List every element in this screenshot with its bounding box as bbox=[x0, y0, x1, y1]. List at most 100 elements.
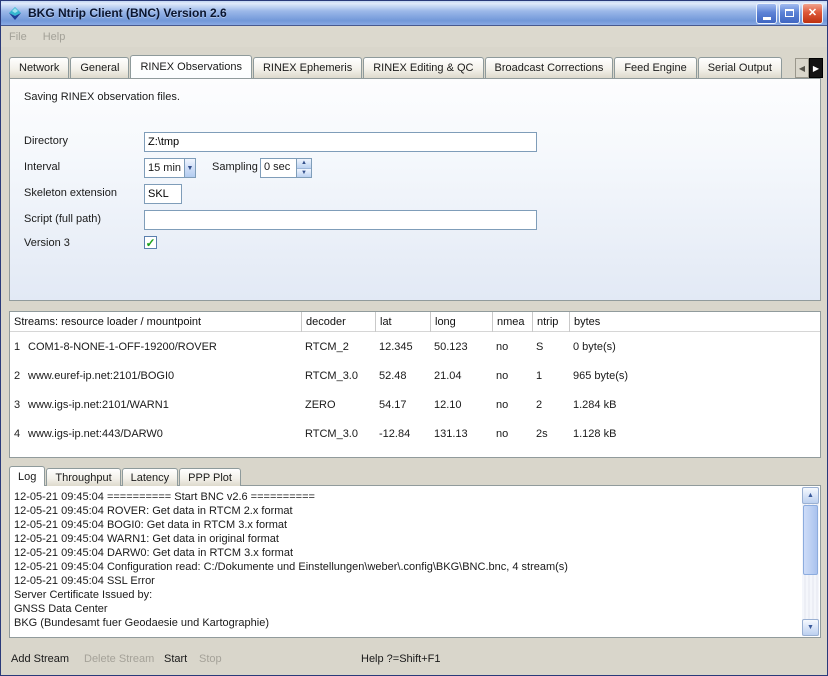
minimize-icon bbox=[763, 17, 771, 20]
cell-bytes: 0 byte(s) bbox=[569, 341, 820, 353]
minimize-button[interactable] bbox=[756, 3, 777, 24]
tab-label: Throughput bbox=[55, 472, 111, 484]
panel-description: Saving RINEX observation files. bbox=[24, 91, 180, 103]
scroll-down-button[interactable]: ▼ bbox=[802, 619, 819, 636]
scrollbar-thumb[interactable] bbox=[803, 505, 818, 575]
add-stream-button[interactable]: Add Stream bbox=[11, 653, 69, 665]
tab-scroll-left-button[interactable]: ◀ bbox=[795, 58, 809, 78]
tab-label: Broadcast Corrections bbox=[495, 62, 604, 74]
titlebar: BKG Ntrip Client (BNC) Version 2.6 ✕ bbox=[1, 1, 827, 26]
script-path-input[interactable] bbox=[144, 210, 537, 230]
cell-mountpoint: www.igs-ip.net:443/DARW0 bbox=[24, 428, 301, 440]
cell-ntrip: S bbox=[532, 341, 569, 353]
stream-row-4[interactable]: 4 www.igs-ip.net:443/DARW0 RTCM_3.0 -12.… bbox=[10, 419, 820, 448]
cell-long: 50.123 bbox=[430, 341, 492, 353]
interval-label: Interval bbox=[24, 161, 60, 173]
log-line: 12-05-21 09:45:04 SSL Error bbox=[14, 574, 800, 588]
tab-label: Latency bbox=[131, 472, 170, 484]
interval-value: 15 min bbox=[145, 162, 184, 174]
delete-stream-button: Delete Stream bbox=[84, 653, 154, 665]
spin-up-icon[interactable]: ▲ bbox=[297, 159, 311, 169]
sampling-label: Sampling bbox=[212, 161, 258, 173]
tab-general[interactable]: General bbox=[70, 57, 129, 78]
tab-rinex-ephemeris[interactable]: RINEX Ephemeris bbox=[253, 57, 362, 78]
row-number: 1 bbox=[10, 341, 24, 353]
close-button[interactable]: ✕ bbox=[802, 3, 823, 24]
cell-decoder: RTCM_3.0 bbox=[301, 370, 375, 382]
cell-lat: 54.17 bbox=[375, 399, 430, 411]
cell-long: 21.04 bbox=[430, 370, 492, 382]
stream-row-3[interactable]: 3 www.igs-ip.net:2101/WARN1 ZERO 54.17 1… bbox=[10, 390, 820, 419]
cell-ntrip: 1 bbox=[532, 370, 569, 382]
scroll-up-button[interactable]: ▲ bbox=[802, 487, 819, 504]
chevron-down-icon[interactable]: ▼ bbox=[184, 159, 195, 177]
column-header-bytes: bytes bbox=[569, 312, 820, 332]
rinex-observations-panel: Saving RINEX observation files. Director… bbox=[9, 78, 821, 301]
stream-row-2[interactable]: 2 www.euref-ip.net:2101/BOGI0 RTCM_3.0 5… bbox=[10, 361, 820, 390]
tab-label: Log bbox=[18, 471, 36, 483]
bnc-window: BKG Ntrip Client (BNC) Version 2.6 ✕ Fil… bbox=[0, 0, 828, 676]
tab-rinex-editing-qc[interactable]: RINEX Editing & QC bbox=[363, 57, 483, 78]
start-button[interactable]: Start bbox=[164, 653, 187, 665]
check-icon: ✓ bbox=[145, 238, 155, 248]
stream-row-1[interactable]: 1 COM1-8-NONE-1-OFF-19200/ROVER RTCM_2 1… bbox=[10, 332, 820, 361]
cell-decoder: RTCM_3.0 bbox=[301, 428, 375, 440]
tab-ppp-plot[interactable]: PPP Plot bbox=[179, 468, 241, 486]
version3-checkbox[interactable]: ✓ bbox=[144, 236, 157, 249]
tab-log[interactable]: Log bbox=[9, 466, 45, 486]
row-number: 2 bbox=[10, 370, 24, 382]
skeleton-extension-label: Skeleton extension bbox=[24, 187, 117, 199]
bottom-action-bar: Add Stream Delete Stream Start Stop Help… bbox=[1, 645, 827, 675]
cell-lat: 52.48 bbox=[375, 370, 430, 382]
tab-rinex-observations[interactable]: RINEX Observations bbox=[130, 55, 251, 78]
cell-lat: -12.84 bbox=[375, 428, 430, 440]
help-shortcut-text: Help ?=Shift+F1 bbox=[361, 653, 441, 665]
log-line: 12-05-21 09:45:04 ROVER: Get data in RTC… bbox=[14, 504, 800, 518]
close-icon: ✕ bbox=[808, 8, 817, 19]
cell-bytes: 1.284 kB bbox=[569, 399, 820, 411]
sampling-stepper[interactable]: 0 sec ▲ ▼ bbox=[260, 158, 312, 178]
chevron-right-icon: ▶ bbox=[813, 64, 819, 73]
tab-label: Network bbox=[19, 62, 59, 74]
log-line: 12-05-21 09:45:04 ========== Start BNC v… bbox=[14, 490, 800, 504]
spin-down-icon[interactable]: ▼ bbox=[297, 169, 311, 178]
tab-label: RINEX Editing & QC bbox=[373, 62, 473, 74]
bnc-app-icon bbox=[7, 5, 23, 21]
cell-ntrip: 2 bbox=[532, 399, 569, 411]
tab-label: Serial Output bbox=[708, 62, 772, 74]
log-scrollbar[interactable]: ▲ ▼ bbox=[802, 487, 819, 636]
column-header-long: long bbox=[430, 312, 492, 332]
log-line: BKG (Bundesamt fuer Geodaesie und Kartog… bbox=[14, 616, 800, 630]
streams-table: Streams: resource loader / mountpoint de… bbox=[9, 311, 821, 458]
cell-decoder: ZERO bbox=[301, 399, 375, 411]
cell-mountpoint: www.igs-ip.net:2101/WARN1 bbox=[24, 399, 301, 411]
row-number: 3 bbox=[10, 399, 24, 411]
log-line: 12-05-21 09:45:04 WARN1: Get data in ori… bbox=[14, 532, 800, 546]
cell-bytes: 965 byte(s) bbox=[569, 370, 820, 382]
column-header-ntrip: ntrip bbox=[532, 312, 569, 332]
tab-latency[interactable]: Latency bbox=[122, 468, 179, 486]
log-panel: 12-05-21 09:45:04 ========== Start BNC v… bbox=[9, 485, 821, 638]
column-header-decoder: decoder bbox=[301, 312, 375, 332]
arrow-up-icon: ▲ bbox=[807, 492, 814, 499]
tab-feed-engine[interactable]: Feed Engine bbox=[614, 57, 696, 78]
cell-lat: 12.345 bbox=[375, 341, 430, 353]
cell-decoder: RTCM_2 bbox=[301, 341, 375, 353]
interval-select[interactable]: 15 min ▼ bbox=[144, 158, 196, 178]
menu-file[interactable]: File bbox=[1, 31, 35, 43]
maximize-button[interactable] bbox=[779, 3, 800, 24]
skeleton-extension-input[interactable] bbox=[144, 184, 182, 204]
tab-serial-output[interactable]: Serial Output bbox=[698, 57, 782, 78]
column-header-nmea: nmea bbox=[492, 312, 532, 332]
column-header-mountpoint: Streams: resource loader / mountpoint bbox=[10, 312, 301, 332]
cell-nmea: no bbox=[492, 370, 532, 382]
log-line: 12-05-21 09:45:04 DARW0: Get data in RTC… bbox=[14, 546, 800, 560]
tab-network[interactable]: Network bbox=[9, 57, 69, 78]
tab-throughput[interactable]: Throughput bbox=[46, 468, 120, 486]
tab-scroll-right-button[interactable]: ▶ bbox=[809, 58, 823, 78]
tab-label: PPP Plot bbox=[188, 472, 232, 484]
menu-help[interactable]: Help bbox=[35, 31, 74, 43]
directory-input[interactable] bbox=[144, 132, 537, 152]
tab-broadcast-corrections[interactable]: Broadcast Corrections bbox=[485, 57, 614, 78]
sampling-value: 0 sec bbox=[261, 159, 296, 177]
